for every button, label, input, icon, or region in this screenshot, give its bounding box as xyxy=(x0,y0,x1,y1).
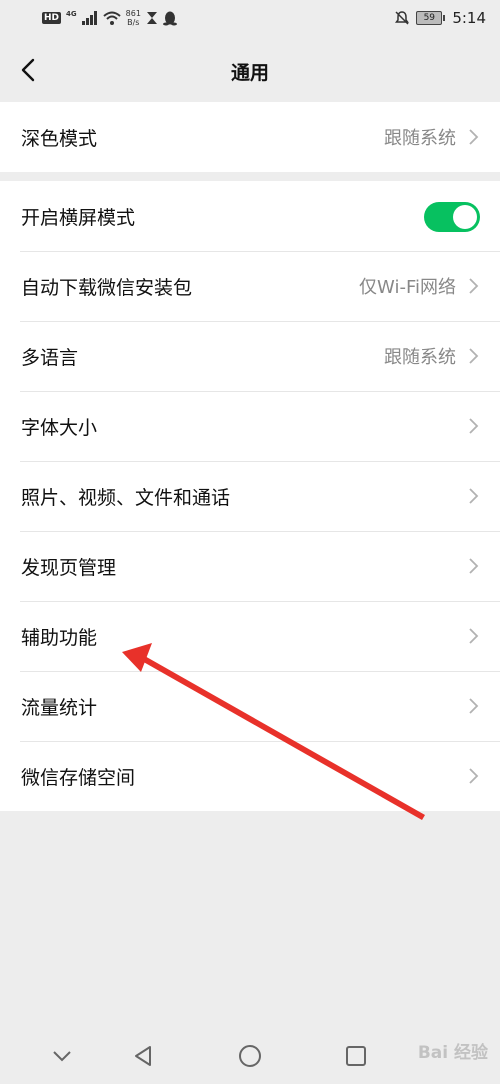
toggle-knob xyxy=(453,205,477,229)
row-label: 多语言 xyxy=(21,346,79,369)
hd-badge: HD xyxy=(42,12,62,24)
system-home-button[interactable] xyxy=(235,1041,265,1071)
status-right: 59 5:14 xyxy=(394,9,486,27)
row-label: 流量统计 xyxy=(21,696,98,719)
chevron-right-icon xyxy=(469,129,479,145)
clock: 5:14 xyxy=(452,9,486,27)
row-value: 跟随系统 xyxy=(384,347,456,368)
row-font-size[interactable]: 字体大小 xyxy=(0,391,500,461)
row-landscape-mode: 开启横屏模式 xyxy=(0,181,500,251)
row-media-files-calls[interactable]: 照片、视频、文件和通话 xyxy=(0,461,500,531)
signal-icon xyxy=(81,11,97,25)
row-discover-management[interactable]: 发现页管理 xyxy=(0,531,500,601)
chevron-down-icon xyxy=(53,1051,71,1062)
watermark: Bai 经验 xyxy=(417,1043,488,1063)
system-recents-button[interactable] xyxy=(341,1041,371,1071)
chevron-right-icon xyxy=(469,418,479,434)
row-label: 照片、视频、文件和通话 xyxy=(21,486,231,509)
net-speed-unit: B/s xyxy=(127,18,140,27)
row-label: 开启横屏模式 xyxy=(21,206,136,229)
wifi-icon xyxy=(102,11,121,25)
landscape-toggle[interactable] xyxy=(424,202,480,232)
row-accessibility[interactable]: 辅助功能 xyxy=(0,601,500,671)
row-label: 字体大小 xyxy=(21,416,98,439)
chevron-right-icon xyxy=(469,278,479,294)
triangle-back-icon xyxy=(135,1046,151,1066)
network-type: 4G xyxy=(66,10,77,18)
row-label: 深色模式 xyxy=(21,127,98,150)
status-left: HD 4G 861 B/s xyxy=(42,9,177,27)
chevron-right-icon xyxy=(469,488,479,504)
chevron-right-icon xyxy=(469,628,479,644)
net-speed-value: 861 xyxy=(125,9,141,18)
row-value: 仅Wi-Fi网络 xyxy=(359,277,456,298)
chevron-right-icon xyxy=(469,348,479,364)
hide-nav-button[interactable] xyxy=(47,1041,77,1071)
row-dark-mode[interactable]: 深色模式 跟随系统 xyxy=(0,102,500,172)
nav-bar: 通用 xyxy=(0,40,500,102)
system-back-button[interactable] xyxy=(128,1041,158,1071)
row-data-usage[interactable]: 流量统计 xyxy=(0,671,500,741)
hourglass-icon xyxy=(146,12,157,24)
chevron-right-icon xyxy=(469,558,479,574)
row-language[interactable]: 多语言 跟随系统 xyxy=(0,321,500,391)
row-auto-download-package[interactable]: 自动下载微信安装包 仅Wi-Fi网络 xyxy=(0,251,500,321)
row-storage[interactable]: 微信存储空间 xyxy=(0,741,500,811)
row-label: 发现页管理 xyxy=(21,556,117,579)
row-label: 微信存储空间 xyxy=(21,766,136,789)
chevron-right-icon xyxy=(469,768,479,784)
qq-penguin-icon xyxy=(162,11,177,25)
settings-group-general: 开启横屏模式 自动下载微信安装包 仅Wi-Fi网络 多语言 跟随系统 字体大小 … xyxy=(0,181,500,811)
status-bar: HD 4G 861 B/s 59 5:14 xyxy=(0,0,500,40)
net-speed: 861 B/s xyxy=(126,9,141,27)
chevron-right-icon xyxy=(469,698,479,714)
row-label: 自动下载微信安装包 xyxy=(21,276,193,299)
page-title: 通用 xyxy=(230,62,269,84)
battery-icon: 59 xyxy=(416,11,446,25)
settings-group-display: 深色模式 跟随系统 xyxy=(0,102,500,172)
row-value: 跟随系统 xyxy=(384,128,456,149)
circle-home-icon xyxy=(239,1045,261,1067)
square-recents-icon xyxy=(346,1046,366,1066)
row-label: 辅助功能 xyxy=(21,626,98,649)
mute-bell-icon xyxy=(395,11,410,25)
